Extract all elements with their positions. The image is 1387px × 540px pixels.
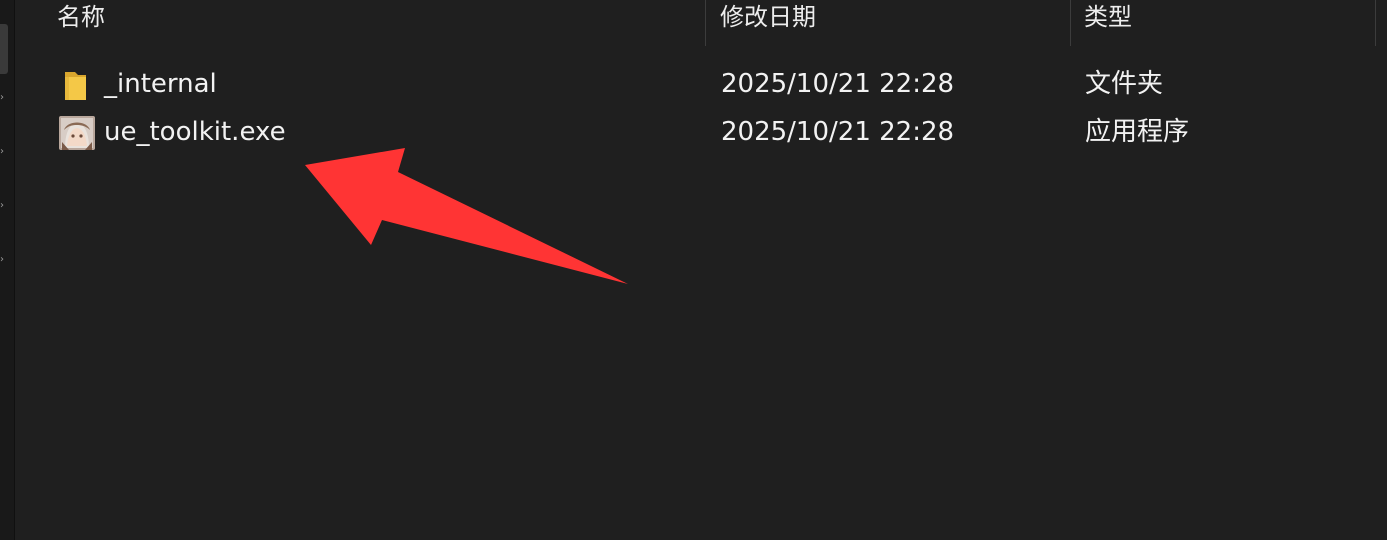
- file-type: 应用程序: [1085, 117, 1190, 147]
- column-header-modified[interactable]: 修改日期: [720, 0, 816, 46]
- file-modified: 2025/10/21 22:28: [721, 69, 955, 99]
- file-row-internal[interactable]: _internal 2025/10/21 22:28 文件夹: [15, 61, 1375, 107]
- vertical-scrollbar[interactable]: [1377, 0, 1387, 540]
- column-divider[interactable]: [1375, 0, 1376, 46]
- file-row-ue-toolkit[interactable]: ue_toolkit.exe 2025/10/21 22:28 应用程序: [15, 109, 1375, 155]
- column-divider[interactable]: [705, 0, 706, 46]
- column-divider[interactable]: [1070, 0, 1071, 46]
- navigation-pane[interactable]: › › › ›: [0, 0, 15, 540]
- file-explorer-window: › › › › 名称 修改日期 类型 _internal 2025/10/21 …: [0, 0, 1387, 540]
- file-name[interactable]: ue_toolkit.exe: [104, 109, 286, 155]
- column-header-name[interactable]: 名称: [57, 0, 105, 46]
- file-type: 文件夹: [1085, 69, 1164, 99]
- file-name[interactable]: _internal: [104, 61, 217, 107]
- chevron-right-icon[interactable]: ›: [0, 201, 8, 211]
- folder-icon: [59, 68, 95, 102]
- file-modified: 2025/10/21 22:28: [721, 117, 955, 147]
- chevron-right-icon[interactable]: ›: [0, 147, 8, 157]
- app-icon: [59, 116, 95, 150]
- chevron-right-icon[interactable]: ›: [0, 93, 8, 103]
- chevron-right-icon[interactable]: ›: [0, 255, 8, 265]
- column-header-type[interactable]: 类型: [1084, 0, 1132, 46]
- column-header: 名称 修改日期 类型: [15, 0, 1377, 46]
- nav-scrollbar-thumb[interactable]: [0, 24, 8, 74]
